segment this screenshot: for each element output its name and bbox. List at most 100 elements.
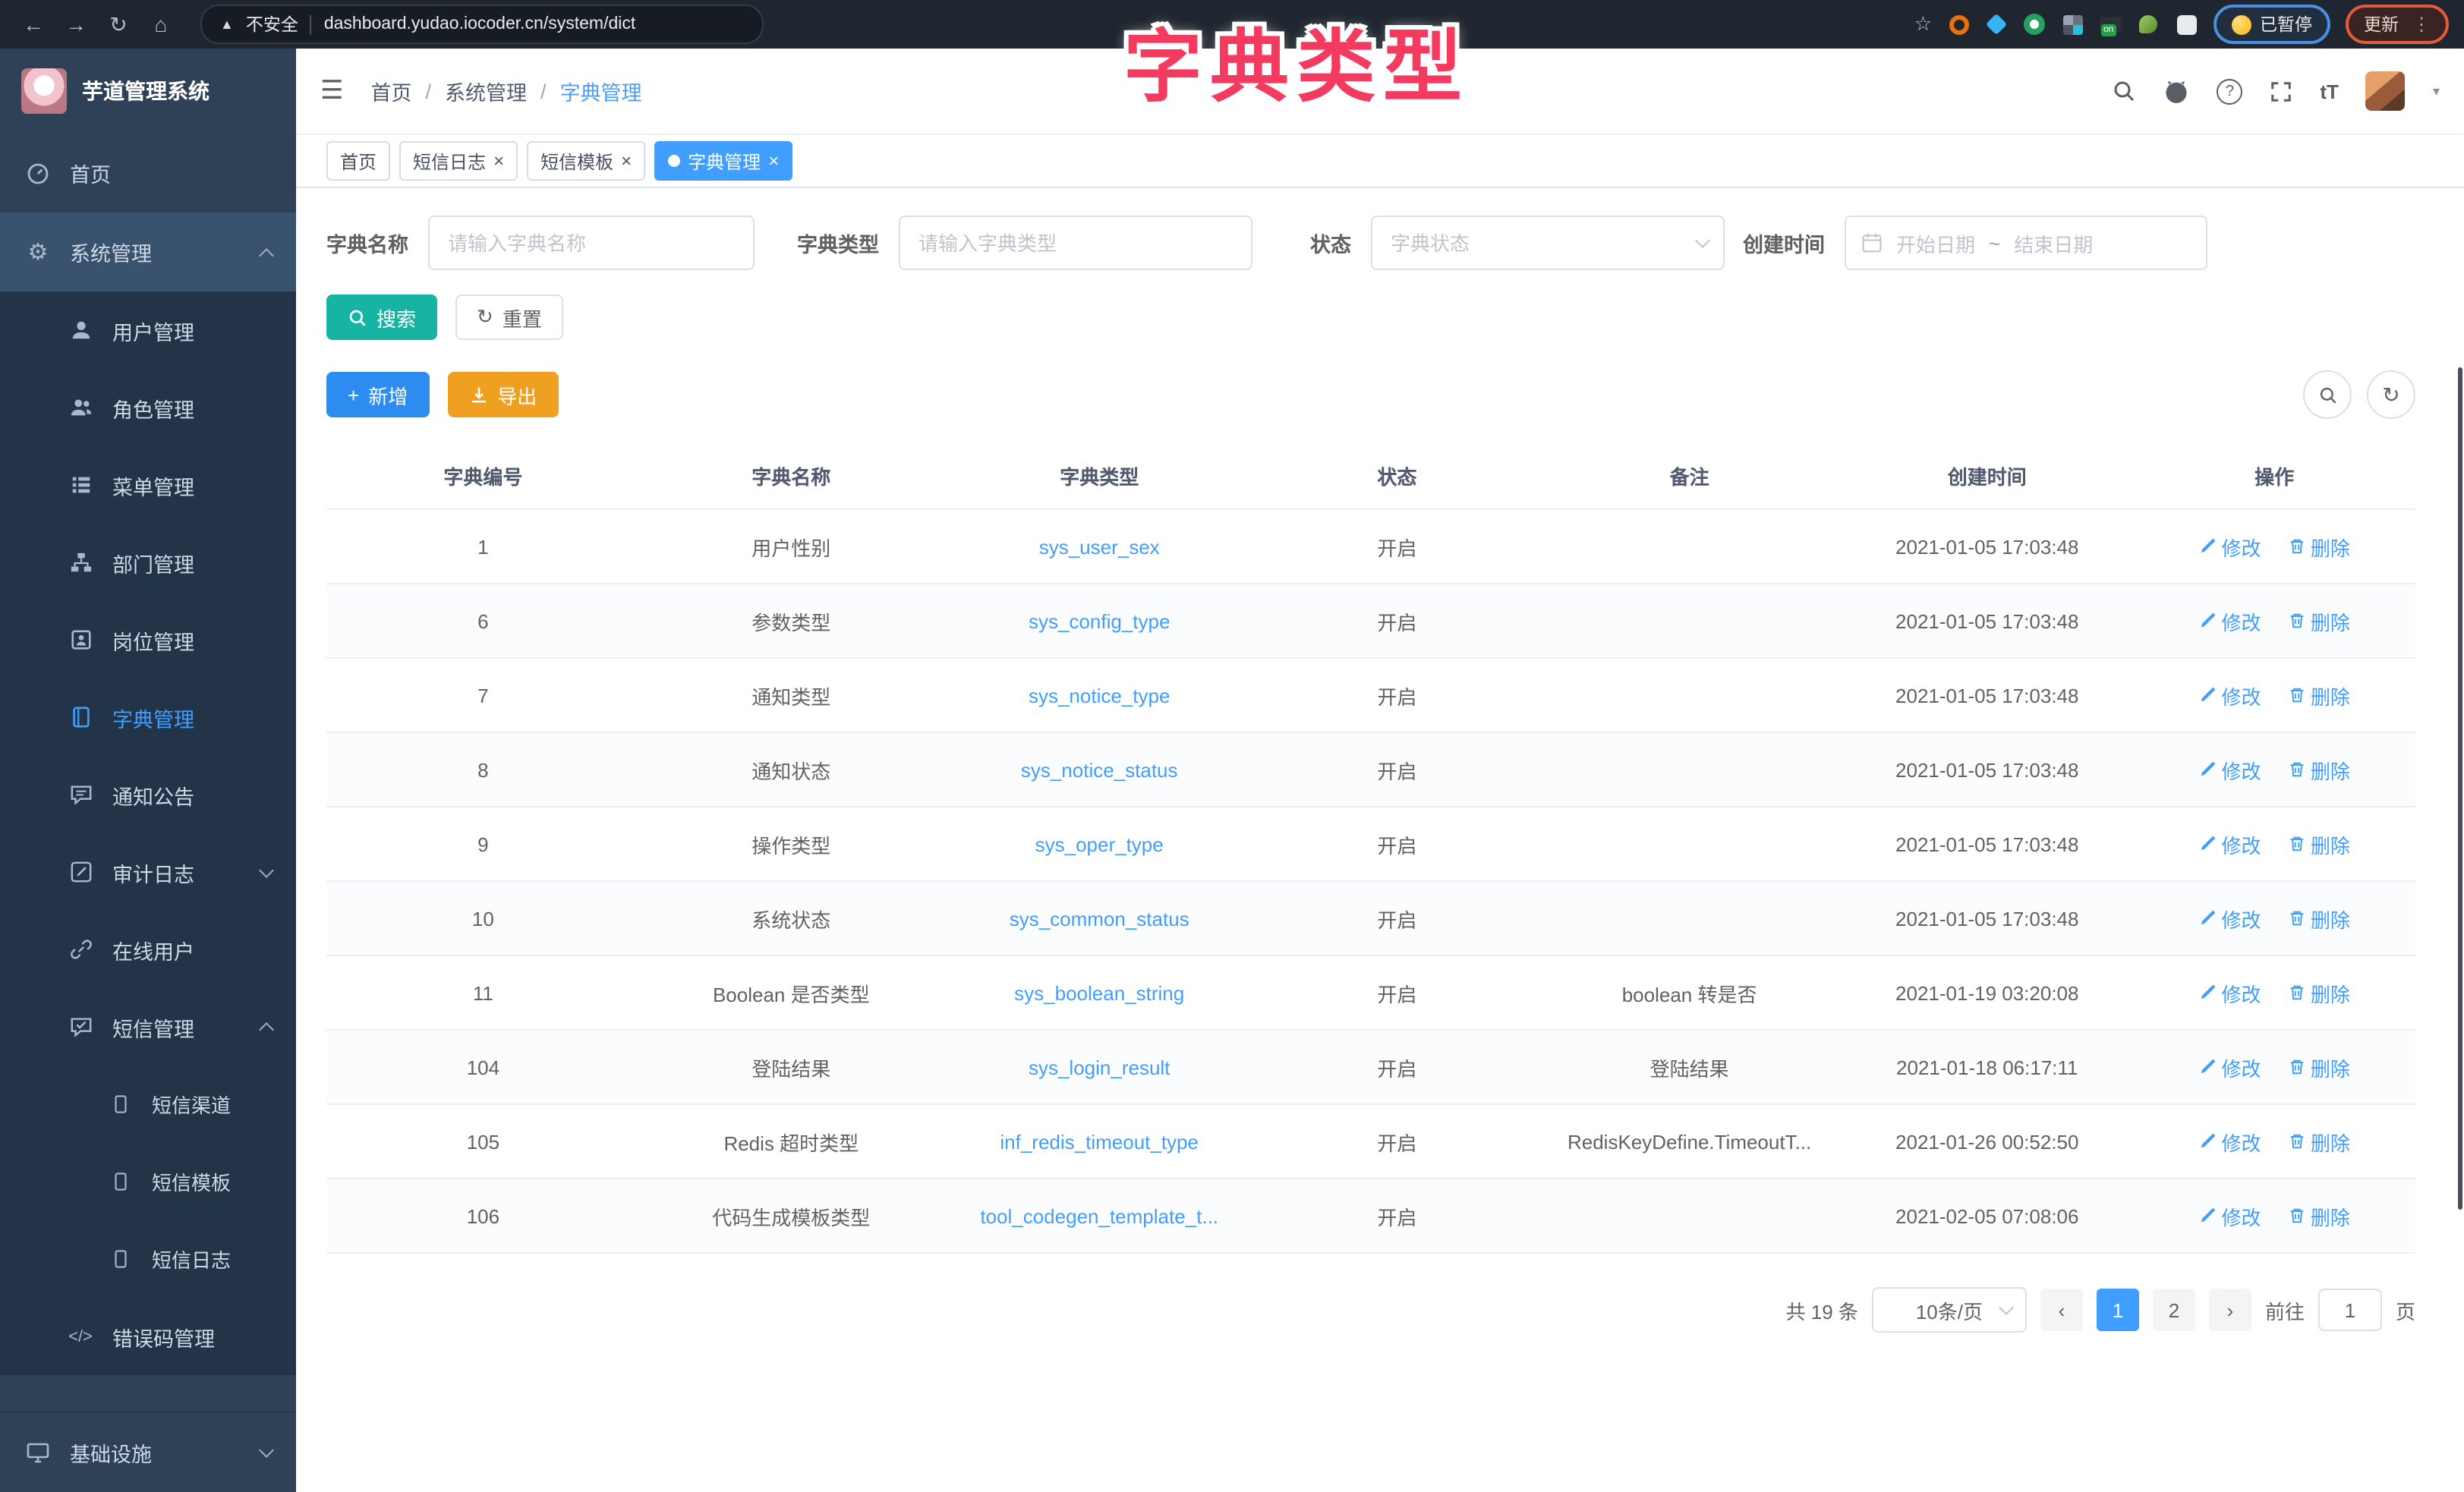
- help-icon[interactable]: ?: [2217, 78, 2242, 104]
- edit-link[interactable]: 修改: [2199, 1127, 2261, 1156]
- delete-link[interactable]: 删除: [2288, 1127, 2350, 1156]
- table-row: 8 通知状态 sys_notice_status 开启 2021-01-05 1…: [326, 732, 2415, 807]
- dict-type-link[interactable]: sys_user_sex: [1039, 535, 1160, 558]
- caret-down-icon[interactable]: ▾: [2433, 83, 2440, 99]
- delete-link[interactable]: 删除: [2288, 606, 2350, 635]
- delete-link[interactable]: 删除: [2288, 978, 2350, 1007]
- sidebar-item-audit[interactable]: 审计日志: [0, 833, 296, 911]
- close-icon[interactable]: ×: [493, 152, 504, 170]
- close-icon[interactable]: ×: [621, 152, 632, 170]
- reset-button[interactable]: ↻ 重置: [455, 294, 563, 340]
- browser-update-button[interactable]: 更新 ⋮: [2346, 5, 2449, 44]
- sidebar-item-notice[interactable]: 通知公告: [0, 756, 296, 833]
- search-icon[interactable]: [2112, 79, 2136, 103]
- close-icon[interactable]: ×: [768, 152, 779, 170]
- edit-link[interactable]: 修改: [2199, 681, 2261, 710]
- goto-page-input[interactable]: [2318, 1289, 2382, 1331]
- sidebar-item-dict[interactable]: 字典管理: [0, 678, 296, 756]
- browser-back-icon[interactable]: ←: [15, 6, 52, 42]
- extension-orange-icon[interactable]: [1947, 13, 1970, 36]
- sidebar-item-system[interactable]: ⚙ 系统管理: [0, 212, 296, 291]
- dict-type-link[interactable]: sys_common_status: [1010, 907, 1189, 930]
- page-button-1[interactable]: 1: [2097, 1289, 2139, 1331]
- search-button[interactable]: 搜索: [326, 294, 437, 340]
- extension-gem-icon[interactable]: [1985, 13, 2008, 36]
- sidebar-item-menu[interactable]: 菜单管理: [0, 446, 296, 524]
- breadcrumb-item[interactable]: 系统管理: [445, 76, 527, 106]
- next-page-button[interactable]: ›: [2209, 1289, 2251, 1331]
- edit-link[interactable]: 修改: [2199, 755, 2261, 784]
- browser-reload-icon[interactable]: ↻: [100, 6, 137, 42]
- extension-on-icon[interactable]: on: [2099, 17, 2122, 32]
- edit-link[interactable]: 修改: [2199, 1201, 2261, 1230]
- dict-type-link[interactable]: sys_login_result: [1029, 1056, 1170, 1078]
- dict-type-input[interactable]: [899, 216, 1252, 270]
- delete-link[interactable]: 删除: [2288, 1201, 2350, 1230]
- browser-forward-icon[interactable]: →: [58, 6, 94, 42]
- extension-puzzle-icon[interactable]: [2175, 13, 2198, 36]
- fullscreen-icon[interactable]: [2270, 80, 2292, 102]
- bookmark-star-icon[interactable]: ☆: [1914, 12, 1932, 36]
- dict-type-link[interactable]: inf_redis_timeout_type: [1000, 1130, 1199, 1153]
- tab-sms-log[interactable]: 短信日志 ×: [399, 141, 518, 181]
- edit-pencil-icon: [2199, 835, 2217, 853]
- add-button[interactable]: + 新增: [326, 372, 429, 417]
- edit-link[interactable]: 修改: [2199, 978, 2261, 1007]
- refresh-icon[interactable]: ↻: [2367, 370, 2415, 419]
- dict-type-link[interactable]: sys_oper_type: [1035, 833, 1164, 855]
- delete-link[interactable]: 删除: [2288, 681, 2350, 710]
- hamburger-icon[interactable]: ☰: [320, 76, 344, 106]
- sidebar-item-user[interactable]: 用户管理: [0, 291, 296, 369]
- extension-leaf-icon[interactable]: [2137, 13, 2160, 36]
- delete-link[interactable]: 删除: [2288, 532, 2350, 561]
- delete-link[interactable]: 删除: [2288, 1053, 2350, 1081]
- dict-type-link[interactable]: sys_notice_type: [1029, 684, 1170, 707]
- extension-grid-icon[interactable]: [2061, 13, 2084, 36]
- browser-menu-icon[interactable]: ⋮: [2412, 14, 2431, 35]
- dict-type-link[interactable]: sys_notice_status: [1021, 758, 1178, 781]
- sidebar-item-infra[interactable]: 基础设施: [0, 1412, 296, 1492]
- browser-home-icon[interactable]: ⌂: [143, 6, 179, 42]
- sidebar-item-sms[interactable]: 短信管理: [0, 988, 296, 1065]
- tab-home[interactable]: 首页: [326, 141, 390, 181]
- tab-sms-template[interactable]: 短信模板 ×: [527, 141, 645, 181]
- breadcrumb-item[interactable]: 首页: [371, 76, 412, 106]
- page-size-select[interactable]: 10条/页: [1872, 1287, 2027, 1333]
- export-button[interactable]: 导出: [447, 372, 558, 417]
- edit-link[interactable]: 修改: [2199, 606, 2261, 635]
- address-bar[interactable]: ▲ 不安全 dashboard.yudao.iocoder.cn/system/…: [200, 5, 764, 44]
- edit-link[interactable]: 修改: [2199, 532, 2261, 561]
- scrollbar-thumb[interactable]: [2458, 367, 2462, 1210]
- sidebar-item-home[interactable]: 首页: [0, 134, 296, 212]
- edit-link[interactable]: 修改: [2199, 829, 2261, 858]
- profile-paused-button[interactable]: 已暂停: [2213, 5, 2330, 44]
- date-range-picker[interactable]: 开始日期 ~ 结束日期: [1845, 216, 2207, 270]
- page-button-2[interactable]: 2: [2153, 1289, 2195, 1331]
- delete-link[interactable]: 删除: [2288, 755, 2350, 784]
- avatar[interactable]: [2366, 71, 2406, 111]
- dict-type-link[interactable]: sys_boolean_string: [1014, 981, 1184, 1004]
- delete-link[interactable]: 删除: [2288, 904, 2350, 933]
- prev-page-button[interactable]: ‹: [2040, 1289, 2083, 1331]
- dict-name-input[interactable]: [428, 216, 755, 270]
- edit-link[interactable]: 修改: [2199, 1053, 2261, 1081]
- sidebar-item-dept[interactable]: 部门管理: [0, 524, 296, 601]
- sidebar-item-online[interactable]: 在线用户: [0, 911, 296, 988]
- sidebar-item-role[interactable]: 角色管理: [0, 369, 296, 446]
- search-toggle-icon[interactable]: [2303, 370, 2352, 419]
- sidebar-item-sms-log[interactable]: 短信日志: [0, 1220, 296, 1298]
- dict-type-link[interactable]: tool_codegen_template_t...: [980, 1204, 1218, 1227]
- extension-green-icon[interactable]: [2023, 13, 2046, 36]
- sidebar-item-errcode[interactable]: </> 错误码管理: [0, 1298, 296, 1375]
- text-size-icon[interactable]: tT: [2320, 80, 2339, 102]
- sidebar-item-sms-template[interactable]: 短信模板: [0, 1143, 296, 1220]
- tab-dict[interactable]: 字典管理 ×: [654, 141, 792, 181]
- github-icon[interactable]: [2163, 78, 2189, 104]
- status-select[interactable]: [1371, 216, 1725, 270]
- sidebar-item-sms-channel[interactable]: 短信渠道: [0, 1065, 296, 1143]
- dict-type-link[interactable]: sys_config_type: [1029, 609, 1170, 632]
- chevron-down-icon: [259, 1443, 274, 1458]
- sidebar-item-post[interactable]: 岗位管理: [0, 601, 296, 678]
- delete-link[interactable]: 删除: [2288, 829, 2350, 858]
- edit-link[interactable]: 修改: [2199, 904, 2261, 933]
